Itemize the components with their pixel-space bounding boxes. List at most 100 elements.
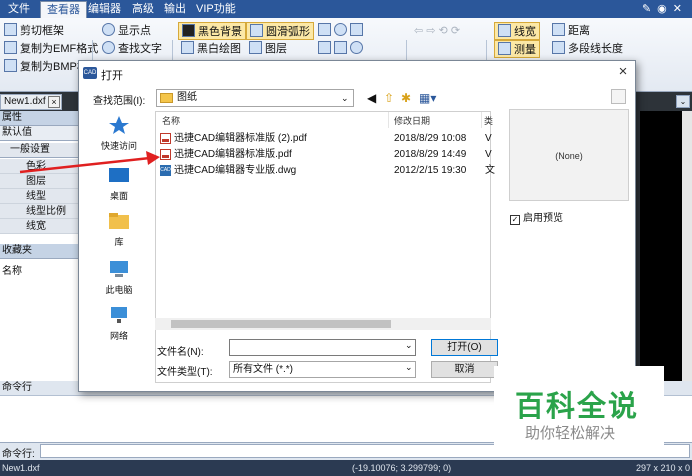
search-icon: [102, 41, 115, 54]
status-size: 297 x 210 x 0: [636, 463, 691, 473]
black-background-button[interactable]: 黑色背景: [178, 22, 246, 40]
favorites-name-column: 名称: [2, 266, 22, 277]
view-menu-icon[interactable]: ▦▾: [419, 91, 436, 105]
pan-icon: [350, 23, 363, 36]
place-library[interactable]: 库: [89, 211, 149, 248]
scissors-icon: [4, 23, 17, 36]
dwg-file-icon: CAD: [160, 165, 171, 176]
menu-file[interactable]: 文件: [2, 1, 36, 18]
status-file: New1.dxf: [2, 463, 40, 473]
zoom-out-icon: [350, 41, 363, 54]
place-network[interactable]: 网络: [89, 305, 149, 342]
back-icon[interactable]: ◀: [367, 91, 376, 105]
favorites-header: 收藏夹: [0, 244, 80, 259]
cancel-button[interactable]: 取消: [431, 361, 498, 378]
ruler-icon: [498, 42, 511, 55]
nav-arrows[interactable]: ⇦ ⇨ ⟲ ⟳: [414, 22, 460, 40]
preview-pane: (None): [509, 109, 629, 201]
fit-icon: [318, 23, 331, 36]
property-color[interactable]: 色彩: [0, 159, 80, 174]
dialog-close-button[interactable]: ×: [613, 63, 633, 81]
plus-icon: [498, 24, 511, 37]
chevron-down-icon[interactable]: ⌄: [405, 340, 413, 351]
column-name[interactable]: 名称: [162, 114, 180, 127]
clip-frame-button[interactable]: 剪切框架: [4, 22, 64, 40]
lookin-select[interactable]: 图纸: [156, 89, 354, 107]
help-icon[interactable]: ✎: [642, 3, 657, 15]
filetype-select[interactable]: 所有文件 (*.*): [229, 361, 416, 378]
copy-emf-button[interactable]: 复制为EMF格式: [4, 40, 98, 58]
watermark-title: 百科全说: [515, 389, 640, 423]
pdf-file-icon: [160, 133, 171, 144]
dialog-title: 打开: [101, 70, 123, 82]
preview-toggle-icon[interactable]: [611, 89, 626, 104]
command-input-label: 命令行:: [2, 449, 35, 460]
checkbox[interactable]: ✓: [510, 215, 520, 225]
chevron-down-icon[interactable]: ⌄: [341, 89, 349, 107]
filename-input[interactable]: [229, 339, 416, 356]
desktop-icon: [109, 168, 129, 182]
property-linetype-scale[interactable]: 线型比例: [0, 204, 80, 219]
properties-header: 属性: [0, 111, 80, 126]
file-row[interactable]: 迅捷CAD编辑器标准版.pdf 2018/8/29 14:49 V: [158, 147, 492, 162]
new-folder-icon[interactable]: ✱: [401, 91, 411, 105]
copy-icon: [4, 41, 17, 54]
chevron-down-icon[interactable]: ⌄: [676, 95, 690, 108]
lineweight-button[interactable]: 线宽: [494, 22, 540, 40]
tab-close-button[interactable]: ×: [48, 96, 60, 108]
watermark-subtitle: 助你轻松解决: [525, 424, 616, 442]
measure-button[interactable]: 测量: [494, 40, 540, 58]
layers-button[interactable]: 图层: [249, 40, 287, 58]
property-layer[interactable]: 图层: [0, 174, 80, 189]
place-this-pc[interactable]: 此电脑: [89, 259, 149, 296]
menu-bar: 文件 查看器 编辑器 高级 输出 VIP功能 ✎◉✕: [0, 0, 692, 18]
scrollbar-thumb[interactable]: [171, 320, 391, 328]
open-file-dialog: CAD 打开 × 查找范围(I): 图纸 ⌄ ◀ ⇧ ✱ ▦▾ 快速访问 桌面 …: [78, 60, 636, 392]
bw-drawing-button[interactable]: 黑白绘图: [181, 40, 241, 58]
window-zoom-icon: [318, 41, 331, 54]
settings-icon[interactable]: ◉: [657, 3, 673, 15]
general-section[interactable]: 一般设置: [0, 143, 80, 158]
zoom-controls[interactable]: [318, 22, 366, 40]
network-icon: [111, 307, 127, 323]
library-icon: [109, 213, 129, 229]
distance-button[interactable]: 距离: [552, 22, 590, 40]
chevron-down-icon[interactable]: ⌄: [405, 362, 413, 373]
vertical-scrollbar[interactable]: [682, 111, 692, 381]
close-icon[interactable]: ✕: [673, 3, 688, 15]
properties-panel: 属性 默认值 一般设置 色彩 图层 线型 线型比例 线宽 收藏夹 名称: [0, 111, 80, 381]
menu-output[interactable]: 输出: [158, 1, 192, 18]
copy-bmp-button[interactable]: 复制为BMP格: [4, 58, 88, 76]
points-icon: [102, 23, 115, 36]
file-row[interactable]: 迅捷CAD编辑器标准版 (2).pdf 2018/8/29 10:08 V: [158, 131, 492, 146]
bw-icon: [181, 41, 194, 54]
view-controls[interactable]: [318, 40, 366, 58]
polyline-length-button[interactable]: 多段线长度: [552, 40, 623, 58]
menu-vip[interactable]: VIP功能: [190, 1, 242, 18]
find-text-button[interactable]: 查找文字: [102, 40, 162, 58]
filetype-label: 文件类型(T):: [157, 367, 213, 378]
place-desktop[interactable]: 桌面: [89, 165, 149, 202]
menu-viewer[interactable]: 查看器: [40, 1, 87, 18]
copy-bmp-icon: [4, 59, 17, 72]
property-linetype[interactable]: 线型: [0, 189, 80, 204]
cad-app-icon: CAD: [83, 67, 97, 79]
black-bg-icon: [182, 24, 195, 37]
column-type[interactable]: 类: [484, 114, 493, 127]
place-quick-access[interactable]: 快速访问: [89, 115, 149, 152]
file-row[interactable]: CAD 迅捷CAD编辑器专业版.dwg 2012/2/15 19:30 文: [158, 163, 495, 178]
distance-icon: [552, 23, 565, 36]
open-button[interactable]: 打开(O): [431, 339, 498, 356]
menu-advanced[interactable]: 高级: [126, 1, 160, 18]
property-lineweight[interactable]: 线宽: [0, 219, 80, 234]
lookin-label: 查找范围(I):: [93, 96, 146, 107]
up-folder-icon[interactable]: ⇧: [384, 91, 394, 105]
show-points-button[interactable]: 显示点: [102, 22, 151, 40]
status-coords: (-19.10076; 3.299799; 0): [352, 463, 452, 473]
enable-preview-checkbox[interactable]: ✓ 启用预览: [510, 209, 563, 225]
column-date[interactable]: 修改日期: [394, 114, 430, 127]
smooth-arc-button[interactable]: 圆滑弧形: [246, 22, 314, 40]
menu-editor[interactable]: 编辑器: [82, 1, 127, 18]
status-bar: New1.dxf (-19.10076; 3.299799; 0) 297 x …: [0, 460, 692, 476]
window-controls[interactable]: ✎◉✕: [642, 2, 688, 15]
